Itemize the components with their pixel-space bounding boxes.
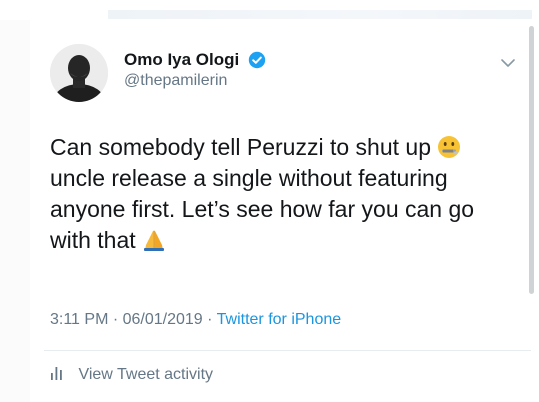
scrollbar[interactable] xyxy=(529,26,534,294)
view-tweet-activity-link[interactable]: View Tweet activity xyxy=(50,366,213,384)
meta-separator: · xyxy=(207,311,213,328)
avatar-image xyxy=(50,44,108,102)
divider xyxy=(44,350,531,351)
tweet-page: Omo Iya Ologi @thepamilerin Can somebody… xyxy=(0,0,539,402)
user-handle[interactable]: @thepamilerin xyxy=(124,72,266,90)
tweet-source-link[interactable]: Twitter for iPhone xyxy=(217,311,342,328)
tweet-text-line-2: uncle release a single without featuring xyxy=(50,165,448,191)
folded-hands-emoji xyxy=(144,230,165,251)
tweet-text-line-3: anyone first. Let’s see how far you can … xyxy=(50,196,475,222)
tweet-timestamp[interactable]: 3:11 PM · 06/01/2019 xyxy=(50,311,203,328)
view-tweet-activity-label: View Tweet activity xyxy=(78,366,214,383)
tweet-card: Omo Iya Ologi @thepamilerin Can somebody… xyxy=(30,28,531,402)
avatar[interactable] xyxy=(50,44,108,102)
display-name[interactable]: Omo Iya Ologi xyxy=(124,50,239,70)
bar-chart-icon xyxy=(51,367,62,380)
left-edge xyxy=(0,20,30,402)
zipper-mouth-face-emoji xyxy=(438,136,461,158)
tweet-text-line-1: Can somebody tell Peruzzi to shut up xyxy=(50,134,431,160)
tweet-text-line-4: with that xyxy=(50,227,136,253)
chevron-down-icon[interactable] xyxy=(500,58,516,68)
verified-badge-icon xyxy=(248,51,266,69)
user-header: Omo Iya Ologi @thepamilerin xyxy=(124,50,266,90)
tweet-meta: 3:11 PM · 06/01/2019 · Twitter for iPhon… xyxy=(50,311,341,329)
tweet-text: Can somebody tell Peruzzi to shut up unc… xyxy=(50,132,522,256)
top-blur-strip xyxy=(108,10,532,19)
